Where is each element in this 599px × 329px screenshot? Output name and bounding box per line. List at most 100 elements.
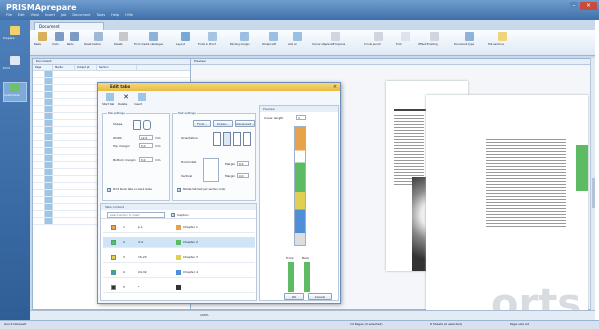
menu-edit[interactable]: Edit — [18, 13, 25, 19]
orientation-option[interactable] — [213, 132, 221, 146]
ok-button[interactable]: OK — [284, 293, 304, 300]
start-tab-button[interactable]: Start tab — [102, 93, 118, 106]
cover-length-input[interactable]: 3 — [296, 115, 306, 120]
orientation-option[interactable] — [223, 132, 231, 146]
menu-job[interactable]: Job — [61, 13, 66, 19]
zoom-level[interactable]: 100% — [200, 313, 209, 317]
section-row[interactable]: 4 24-32 Chapter 4 — [103, 267, 255, 278]
rotate-text-checkbox[interactable] — [177, 187, 181, 192]
print-blank-tabs-checkbox[interactable] — [107, 187, 111, 192]
row-cell — [33, 71, 45, 77]
row-cell — [33, 92, 45, 98]
shape-rect-option[interactable] — [133, 120, 141, 130]
section-color-swatch[interactable] — [111, 225, 116, 230]
menu-help[interactable]: Help — [111, 13, 119, 19]
add-on-button[interactable]: Add on — [288, 32, 306, 46]
font-button[interactable]: Font... — [193, 120, 211, 127]
col-page[interactable]: Page — [33, 65, 53, 70]
corner-staple-button[interactable]: Corner staple left top/one — [312, 32, 358, 46]
layout-button[interactable]: Layout — [176, 32, 194, 46]
app-title: PRISMAprepare — [6, 3, 77, 12]
row-cell — [33, 169, 45, 175]
section-row[interactable]: 3 15-23 Chapter 3 — [103, 252, 255, 263]
section-color-swatch[interactable] — [111, 255, 116, 260]
scroll-thumb[interactable] — [592, 178, 595, 208]
h-margin-input[interactable]: 0.0 — [237, 161, 249, 166]
orientation-option[interactable] — [233, 132, 241, 146]
section-row[interactable]: 2 3-4 Chapter 2 — [103, 237, 255, 248]
insert-tab-button[interactable]: Insert — [134, 93, 150, 106]
paste-icon — [37, 32, 47, 41]
undo-button[interactable]: Undo — [52, 32, 66, 46]
front-tab-preview — [288, 262, 294, 292]
section-select-input[interactable]: select section to insert — [107, 212, 165, 218]
menu-tools[interactable]: Tools — [97, 13, 106, 19]
document-tab[interactable]: Document — [34, 22, 104, 30]
nav-prepare[interactable]: Prepare — [3, 26, 27, 46]
width-input[interactable]: 12.0 — [139, 135, 153, 140]
colour-button[interactable]: Colour... — [213, 120, 233, 127]
col-section[interactable]: Section — [97, 65, 137, 70]
hole-punch-button[interactable]: 2 hole punch — [364, 32, 392, 46]
cancel-button[interactable]: Cancel — [308, 293, 332, 300]
dialog-close-button[interactable]: × — [332, 84, 338, 90]
shape-round-option[interactable] — [143, 120, 151, 130]
v-margin-input[interactable]: 0.0 — [237, 173, 249, 178]
row-page-icon — [45, 92, 53, 98]
app-window: PRISMAprepare File Edit View Insert Job … — [0, 0, 599, 329]
menu-hilfe[interactable]: Hilfe — [125, 13, 133, 19]
col-media[interactable]: Media — [53, 65, 75, 70]
row-cell — [33, 120, 45, 126]
section-pages: 24-32 — [138, 270, 147, 274]
menu-document[interactable]: Document — [72, 13, 90, 19]
document-type-icon — [464, 32, 474, 41]
punch-icon — [373, 32, 383, 41]
binding-margin-button[interactable]: Binding margin — [230, 32, 258, 46]
minimize-button[interactable]: – — [570, 2, 578, 10]
section-row[interactable]: 1 p.1 Chapter 1 — [103, 222, 255, 233]
chapter-color-swatch[interactable] — [176, 255, 181, 260]
caption-checkbox[interactable] — [171, 212, 175, 217]
paste-button[interactable]: Paste — [34, 32, 50, 46]
section-number: 2 — [123, 240, 125, 244]
delete-button[interactable]: Delete — [114, 32, 132, 46]
tab-marker — [576, 145, 588, 191]
nav-print[interactable]: Print — [3, 56, 27, 76]
menu-file[interactable]: File — [6, 13, 12, 19]
chapter-color-swatch[interactable] — [176, 270, 181, 275]
delete-tab-button[interactable]: ✕ Delete — [118, 93, 134, 106]
chapter-color-swatch[interactable] — [176, 285, 181, 290]
print-icon — [10, 56, 20, 65]
close-window-button[interactable]: × — [580, 2, 597, 10]
simple-left-button[interactable]: Simple left — [262, 32, 284, 46]
menu-view[interactable]: View — [31, 13, 39, 19]
section-color-swatch[interactable] — [111, 270, 116, 275]
print-blank-tabs-label: Print blank tabs on back sides — [113, 188, 152, 191]
vertical-scrollbar[interactable] — [590, 58, 595, 310]
tab-sections-button[interactable]: Tab sections — [488, 32, 516, 46]
row-page-icon — [45, 134, 53, 140]
top-margin-input[interactable]: 5.0 — [139, 143, 153, 148]
menu-insert[interactable]: Insert — [45, 13, 55, 19]
document-type-button[interactable]: Document type — [454, 32, 484, 46]
offset-finishing-button[interactable]: Offset finishing — [418, 32, 450, 46]
bottom-margin-input[interactable]: 5.0 — [139, 157, 153, 162]
fold-button[interactable]: Fold — [396, 32, 414, 46]
fonts-in-proof-button[interactable]: Fonts in Proof — [198, 32, 226, 46]
delete-icon — [118, 32, 128, 41]
section-color-swatch[interactable] — [111, 285, 116, 290]
sheet-before-button[interactable]: Sheet before — [84, 32, 112, 46]
chapter-color-swatch[interactable] — [176, 240, 181, 245]
row-page-icon — [45, 85, 53, 91]
orientation-option[interactable] — [243, 132, 251, 146]
redo-button[interactable]: Redo — [67, 32, 81, 46]
nav-customize[interactable]: Customize — [3, 82, 27, 102]
col-output[interactable]: Output pt — [75, 65, 97, 70]
media-catalogue-button[interactable]: From media catalogue — [134, 32, 172, 46]
alignment-grid[interactable] — [203, 158, 219, 182]
section-color-swatch[interactable] — [111, 240, 116, 245]
chapter-color-swatch[interactable] — [176, 225, 181, 230]
advanced-button[interactable]: Advanced... — [235, 120, 255, 127]
section-row[interactable]: 5 * — [103, 282, 255, 293]
table-row[interactable] — [33, 71, 191, 78]
